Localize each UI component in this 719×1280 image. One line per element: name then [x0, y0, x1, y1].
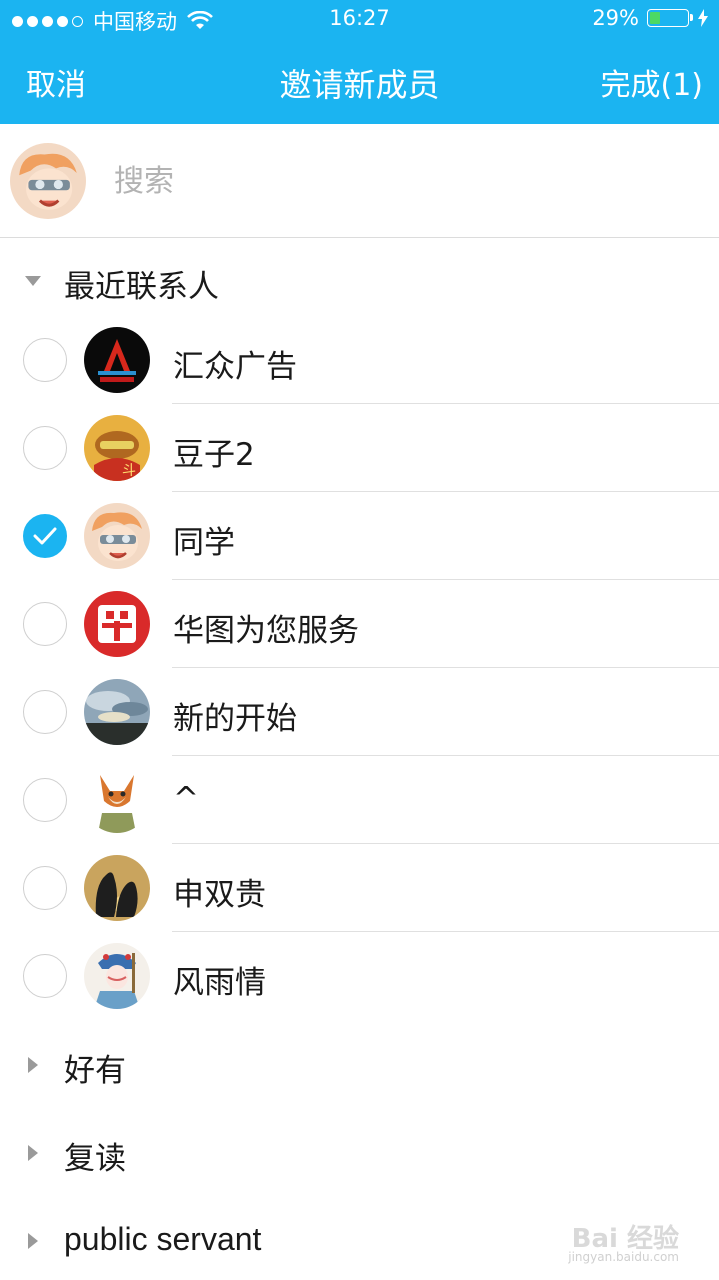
navigation-bar: 取消 邀请新成员 完成(1) [0, 40, 719, 124]
contact-avatar [84, 591, 150, 657]
battery-fill [650, 12, 660, 24]
contact-avatar: 斗 [84, 415, 150, 481]
select-checkbox-checked[interactable] [23, 514, 67, 558]
select-checkbox[interactable] [23, 426, 67, 470]
penguin-silhouette-icon [84, 855, 150, 921]
contact-name: 新的开始 [173, 701, 297, 737]
flame-logo-icon [84, 327, 150, 393]
battery-percent: 29% [592, 6, 639, 30]
group-label: 好有 [64, 1053, 126, 1089]
triangle-down-icon [25, 276, 41, 286]
contact-avatar [84, 855, 150, 921]
watermark-url: jingyan.baidu.com [568, 1250, 679, 1264]
select-checkbox[interactable] [23, 866, 67, 910]
search-input[interactable] [112, 154, 676, 208]
svg-text:斗: 斗 [122, 463, 136, 479]
contact-avatar [84, 327, 150, 393]
contact-name: ^ [173, 781, 199, 817]
charging-bolt-icon [698, 9, 708, 27]
triangle-right-icon [28, 1145, 38, 1161]
opera-figure-icon [84, 943, 150, 1009]
select-checkbox[interactable] [23, 338, 67, 382]
battery-icon [647, 9, 693, 27]
group-recent-contacts[interactable]: 最近联系人 [0, 238, 719, 327]
status-right: 29% [592, 6, 709, 30]
sky-landscape-icon [84, 679, 150, 745]
fox-cartoon-icon [84, 767, 150, 833]
contact-avatar [84, 503, 150, 569]
triangle-right-icon [28, 1057, 38, 1073]
selected-member-avatar[interactable] [10, 143, 86, 219]
cartoon-boy-icon [10, 143, 86, 219]
contact-avatar [84, 767, 150, 833]
contact-avatar [84, 943, 150, 1009]
status-bar: 中国移动 16:27 29% [0, 0, 719, 40]
contact-name: 汇众广告 [173, 349, 297, 385]
group-label: 最近联系人 [64, 269, 219, 305]
select-checkbox[interactable] [23, 778, 67, 822]
contact-row[interactable]: 同学 [0, 492, 719, 580]
triangle-right-icon [28, 1233, 38, 1249]
contact-name: 申双贵 [173, 877, 266, 913]
search-row [0, 124, 719, 238]
contact-name: 华图为您服务 [173, 613, 359, 649]
checkmark-icon [33, 527, 57, 545]
select-checkbox[interactable] [23, 954, 67, 998]
group-classmates[interactable]: 复读 [0, 1110, 719, 1199]
contact-row[interactable]: ^ [0, 756, 719, 844]
contact-name: 风雨情 [173, 965, 266, 1001]
contact-name: 同学 [173, 525, 235, 561]
contact-row[interactable]: 汇众广告 [0, 316, 719, 404]
contact-row[interactable]: 新的开始 [0, 668, 719, 756]
cartoon-boy-icon [84, 503, 150, 569]
huatu-logo-icon [84, 591, 150, 657]
contact-row[interactable]: 华图为您服务 [0, 580, 719, 668]
group-label: 复读 [64, 1141, 126, 1177]
contact-row[interactable]: 斗 豆子2 [0, 404, 719, 492]
select-checkbox[interactable] [23, 690, 67, 734]
done-button[interactable]: 完成(1) [601, 60, 704, 104]
contact-row[interactable]: 申双贵 [0, 844, 719, 932]
contact-avatar [84, 679, 150, 745]
group-friends[interactable]: 好有 [0, 1022, 719, 1111]
game-character-icon: 斗 [84, 415, 150, 481]
select-checkbox[interactable] [23, 602, 67, 646]
contact-name: 豆子2 [173, 437, 255, 473]
contact-row[interactable]: 风雨情 [0, 932, 719, 1020]
group-label: public servant [64, 1221, 262, 1257]
